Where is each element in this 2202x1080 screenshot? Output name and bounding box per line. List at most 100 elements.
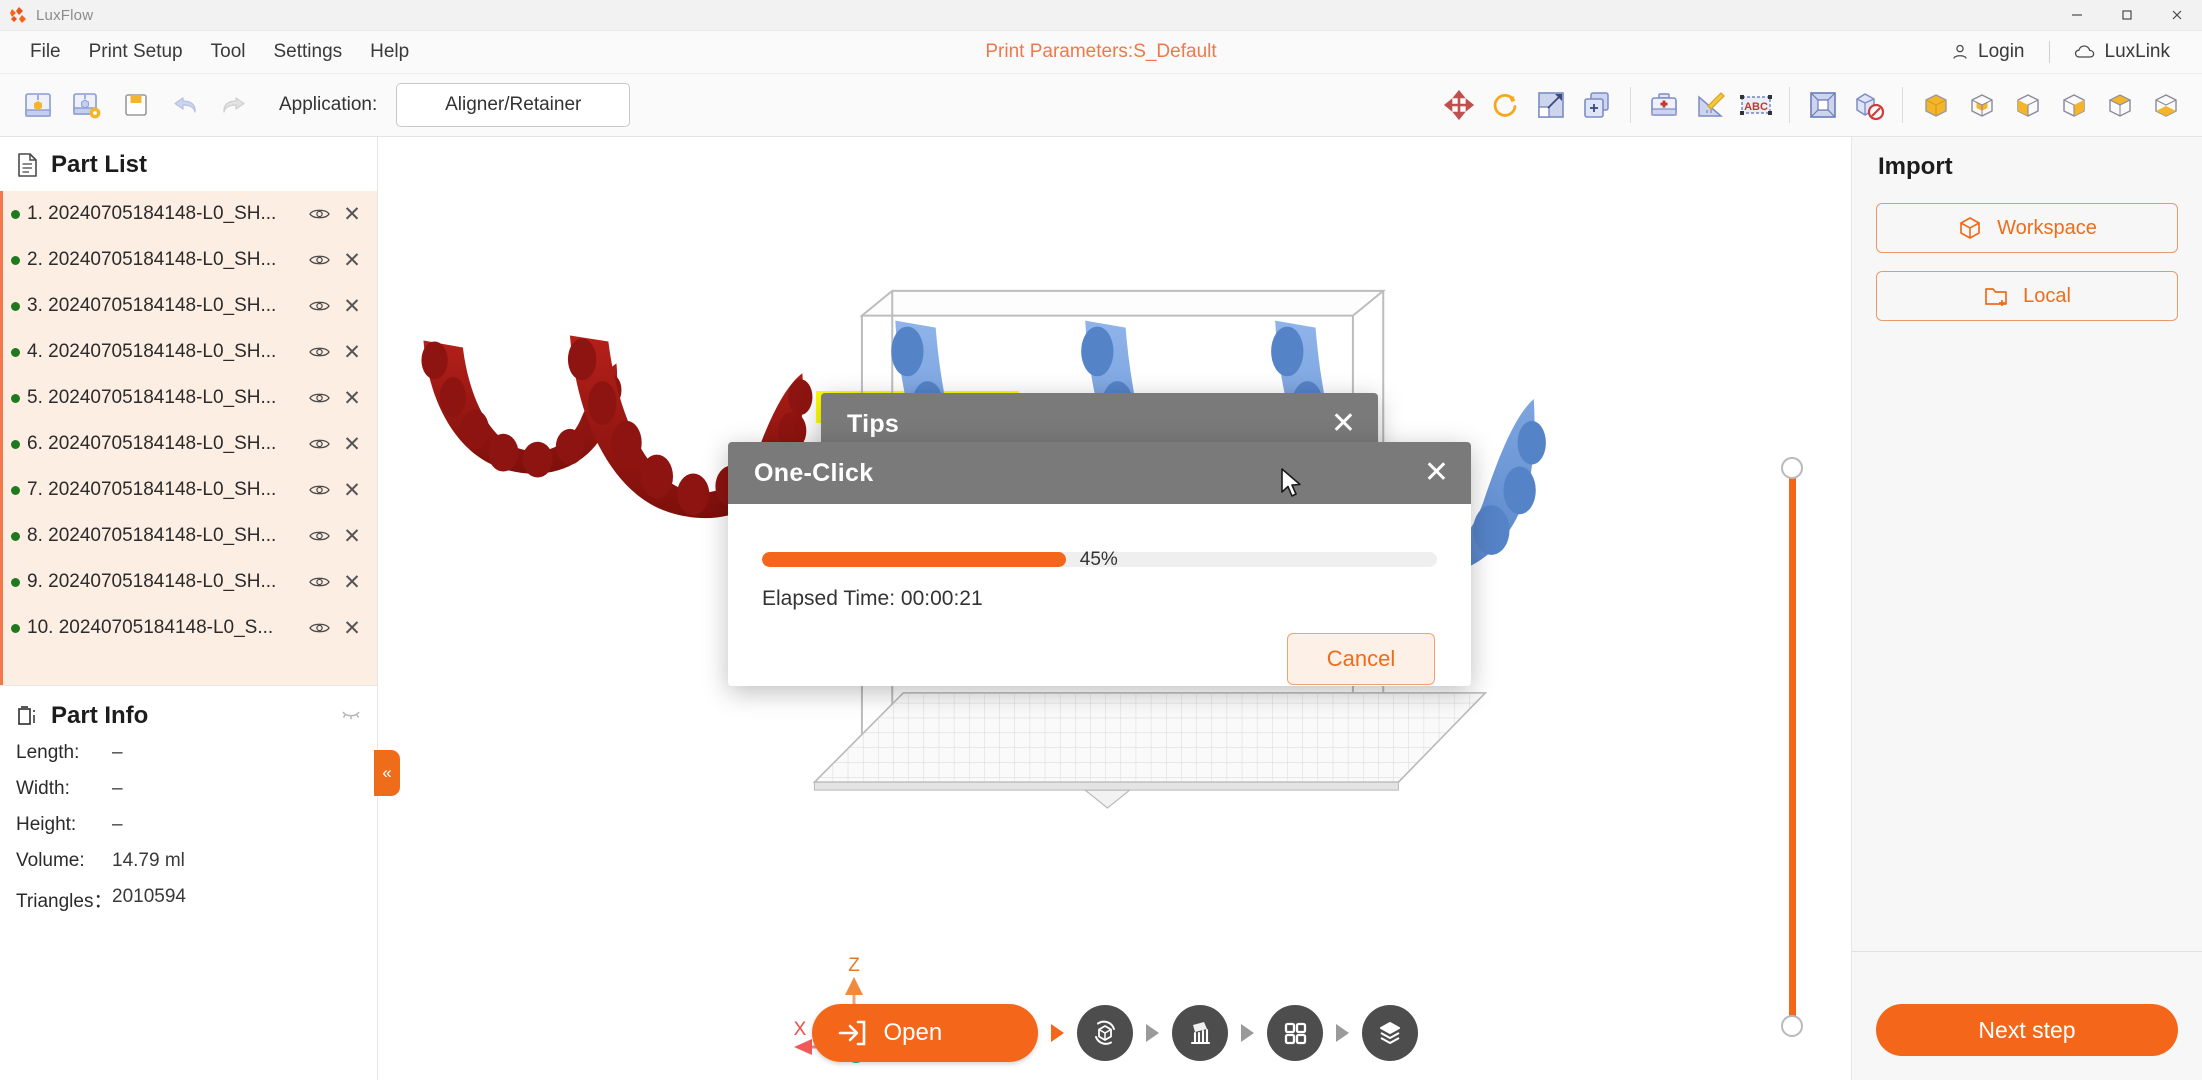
part-list-item-4[interactable]: 4. 20240705184148-L0_SH... ✕ bbox=[3, 329, 377, 375]
view-left-button[interactable] bbox=[2006, 83, 2050, 127]
import-local-button[interactable]: Local bbox=[1876, 271, 2178, 321]
visibility-toggle-icon[interactable] bbox=[306, 437, 332, 451]
support-kit-button[interactable] bbox=[1642, 83, 1686, 127]
hollow-icon bbox=[1810, 92, 1836, 118]
import-workspace-label: Workspace bbox=[1997, 216, 2097, 239]
folder-add-icon bbox=[1985, 288, 2007, 306]
part-list-item-8[interactable]: 8. 20240705184148-L0_SH... ✕ bbox=[3, 513, 377, 559]
duplicate-button[interactable] bbox=[1575, 83, 1619, 127]
import-workspace-button[interactable]: Workspace bbox=[1876, 203, 2178, 253]
measure-button[interactable] bbox=[1688, 83, 1732, 127]
view-solid-button[interactable] bbox=[1914, 83, 1958, 127]
orient-step-button[interactable] bbox=[1076, 1005, 1133, 1061]
no-mirror-button[interactable] bbox=[1847, 83, 1891, 127]
one-click-dialog-close-button[interactable]: ✕ bbox=[1424, 458, 1449, 488]
height-slider[interactable] bbox=[1781, 457, 1803, 1037]
visibility-toggle-icon[interactable] bbox=[306, 483, 332, 497]
move-button[interactable] bbox=[1437, 83, 1481, 127]
minimize-icon bbox=[2072, 14, 2082, 16]
eye-icon bbox=[308, 577, 330, 587]
print-parameters-label[interactable]: Print Parameters:S_Default bbox=[985, 41, 1216, 63]
scale-button[interactable] bbox=[1529, 83, 1573, 127]
remove-part-button[interactable]: ✕ bbox=[339, 432, 365, 457]
visibility-toggle-icon[interactable] bbox=[306, 345, 332, 359]
view-right-button[interactable] bbox=[2052, 83, 2096, 127]
menu-tool[interactable]: Tool bbox=[199, 36, 258, 68]
remove-part-button[interactable]: ✕ bbox=[339, 570, 365, 595]
slice-step-button[interactable] bbox=[1361, 1005, 1418, 1061]
arrange-step-button[interactable] bbox=[1266, 1005, 1323, 1061]
part-list-item-9[interactable]: 9. 20240705184148-L0_SH... ✕ bbox=[3, 559, 377, 605]
visibility-toggle-icon[interactable] bbox=[306, 575, 332, 589]
visibility-toggle-icon[interactable] bbox=[306, 529, 332, 543]
remove-part-button[interactable]: ✕ bbox=[339, 294, 365, 319]
application-select[interactable]: Aligner/Retainer bbox=[396, 83, 631, 127]
view-front-button[interactable] bbox=[1960, 83, 2004, 127]
menu-file[interactable]: File bbox=[18, 36, 73, 68]
hollow-button[interactable] bbox=[1801, 83, 1845, 127]
luxflow-application-window: LuxFlow File Print Setup Tool Settings H… bbox=[0, 0, 2202, 1080]
right-panel: Import Workspace Local Next step bbox=[1851, 137, 2202, 1080]
view-right-icon bbox=[2063, 94, 2085, 117]
print-setup-settings-button[interactable] bbox=[65, 83, 109, 127]
redo-button[interactable] bbox=[212, 83, 256, 127]
remove-part-button[interactable]: ✕ bbox=[339, 478, 365, 503]
visibility-toggle-icon[interactable] bbox=[306, 621, 332, 635]
remove-part-button[interactable]: ✕ bbox=[339, 616, 365, 641]
cancel-row: Cancel bbox=[728, 611, 1471, 685]
remove-part-button[interactable]: ✕ bbox=[339, 386, 365, 411]
minimize-button[interactable] bbox=[2052, 0, 2102, 30]
remove-part-button[interactable]: ✕ bbox=[339, 202, 365, 227]
one-click-dialog[interactable]: One-Click ✕ 45% Elapsed Time: 00:00:21 C… bbox=[728, 442, 1471, 686]
part-name: 3. 20240705184148-L0_SH... bbox=[27, 295, 277, 316]
collapse-panel-button[interactable]: « bbox=[374, 750, 400, 796]
slider-track[interactable] bbox=[1789, 471, 1796, 1023]
part-list-item-3[interactable]: 3. 20240705184148-L0_SH... ✕ bbox=[3, 283, 377, 329]
cancel-button[interactable]: Cancel bbox=[1287, 633, 1435, 685]
visibility-toggle-icon[interactable] bbox=[306, 253, 332, 267]
next-step-button[interactable]: Next step bbox=[1876, 1004, 2178, 1056]
remove-part-button[interactable]: ✕ bbox=[339, 524, 365, 549]
visibility-toggle-icon[interactable] bbox=[306, 207, 332, 221]
part-list-item-6[interactable]: 6. 20240705184148-L0_SH... ✕ bbox=[3, 421, 377, 467]
tips-dialog-close-button[interactable]: ✕ bbox=[1331, 409, 1356, 439]
part-info-collapse-icon[interactable] bbox=[341, 707, 361, 725]
remove-part-button[interactable]: ✕ bbox=[339, 340, 365, 365]
visibility-toggle-icon[interactable] bbox=[306, 391, 332, 405]
print-setup-button[interactable] bbox=[16, 83, 60, 127]
part-list-item-1[interactable]: 1. 20240705184148-L0_SH... ✕ bbox=[3, 191, 377, 237]
window-controls bbox=[2052, 0, 2202, 30]
remove-part-button[interactable]: ✕ bbox=[339, 248, 365, 273]
view-bottom-button[interactable] bbox=[2144, 83, 2188, 127]
orient-icon bbox=[1094, 1020, 1115, 1045]
text-label-button[interactable]: ABC bbox=[1734, 83, 1778, 127]
save-button[interactable] bbox=[114, 83, 158, 127]
part-list-item-5[interactable]: 5. 20240705184148-L0_SH... ✕ bbox=[3, 375, 377, 421]
part-list-item-10[interactable]: 10. 20240705184148-L0_S... ✕ bbox=[3, 605, 377, 651]
part-list-item-2[interactable]: 2. 20240705184148-L0_SH... ✕ bbox=[3, 237, 377, 283]
view-bottom-icon bbox=[2155, 94, 2177, 117]
maximize-button[interactable] bbox=[2102, 0, 2152, 30]
luxlink-button[interactable]: LuxLink bbox=[2064, 37, 2181, 67]
status-dot bbox=[11, 485, 20, 495]
visibility-toggle-icon[interactable] bbox=[306, 299, 332, 313]
support-step-button[interactable] bbox=[1171, 1005, 1228, 1061]
status-dot bbox=[11, 347, 20, 357]
rotate-button[interactable] bbox=[1483, 83, 1527, 127]
open-icon bbox=[838, 1020, 865, 1046]
close-window-button[interactable] bbox=[2152, 0, 2202, 30]
status-dot bbox=[11, 623, 20, 633]
status-dot bbox=[11, 301, 20, 311]
eye-icon bbox=[308, 301, 330, 311]
menu-help[interactable]: Help bbox=[358, 36, 421, 68]
menu-settings[interactable]: Settings bbox=[261, 36, 354, 68]
login-button[interactable]: Login bbox=[1941, 37, 2035, 67]
part-list-item-7[interactable]: 7. 20240705184148-L0_SH... ✕ bbox=[3, 467, 377, 513]
view-front-icon bbox=[1971, 94, 1993, 117]
tips-dialog-title: Tips bbox=[847, 409, 900, 438]
slider-handle-top[interactable] bbox=[1781, 457, 1803, 479]
view-top-button[interactable] bbox=[2098, 83, 2142, 127]
menu-print-setup[interactable]: Print Setup bbox=[77, 36, 195, 68]
open-button[interactable]: Open bbox=[811, 1004, 1038, 1062]
undo-button[interactable] bbox=[163, 83, 207, 127]
